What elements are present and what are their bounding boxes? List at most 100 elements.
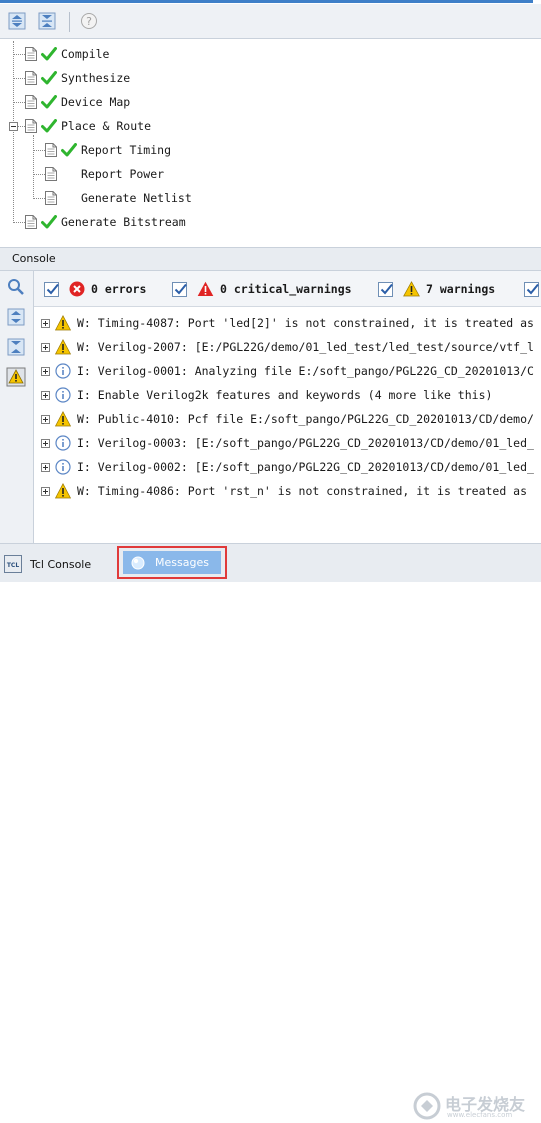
tree-connector bbox=[18, 126, 25, 127]
svg-text:?: ? bbox=[86, 15, 92, 28]
tab-messages-label: Messages bbox=[155, 556, 209, 569]
check-icon bbox=[41, 95, 57, 109]
tree-connector bbox=[13, 102, 25, 103]
flow-step-synthesize[interactable]: Synthesize bbox=[25, 67, 130, 89]
document-icon bbox=[25, 119, 37, 133]
message-row[interactable]: W: Timing-4086: Port 'rst_n' is not cons… bbox=[34, 479, 541, 503]
info-icon bbox=[55, 387, 71, 403]
message-text: W: Timing-4086: Port 'rst_n' is not cons… bbox=[77, 484, 528, 498]
document-icon bbox=[25, 215, 37, 229]
critical-warnings-filter-checkbox[interactable] bbox=[172, 281, 187, 297]
message-row[interactable]: I: Verilog-0001: Analyzing file E:/soft_… bbox=[34, 359, 541, 383]
expand-message-toggle[interactable] bbox=[41, 390, 50, 400]
warning-icon bbox=[55, 411, 71, 427]
console-title: Console bbox=[12, 252, 56, 265]
tab-accent-line bbox=[0, 0, 533, 3]
message-text: W: Timing-4087: Port 'led[2]' is not con… bbox=[77, 316, 534, 330]
check-icon bbox=[41, 47, 57, 61]
flow-step-label: Place & Route bbox=[61, 119, 152, 133]
flow-step-generate-bitstream[interactable]: Generate Bitstream bbox=[25, 211, 186, 233]
expand-all-messages-icon[interactable] bbox=[6, 307, 26, 327]
flow-step-label: Report Power bbox=[81, 167, 165, 181]
message-row[interactable]: W: Public-4010: Pcf file E:/soft_pango/P… bbox=[34, 407, 541, 431]
collapse-toggle-place-route[interactable] bbox=[9, 122, 18, 131]
toolbar-separator bbox=[69, 12, 70, 32]
tab-messages[interactable]: Messages bbox=[117, 546, 227, 579]
expand-message-toggle[interactable] bbox=[41, 438, 50, 448]
errors-filter[interactable]: 0 errors bbox=[44, 279, 146, 299]
tree-connector bbox=[33, 174, 45, 175]
flow-step-report-power[interactable]: Report Power bbox=[45, 163, 164, 185]
pending-status bbox=[61, 191, 77, 205]
document-icon bbox=[45, 191, 57, 205]
warning-icon bbox=[55, 315, 71, 331]
document-icon bbox=[45, 167, 57, 181]
info-filter-checkbox[interactable] bbox=[524, 281, 539, 297]
check-icon bbox=[41, 119, 57, 133]
expand-message-toggle[interactable] bbox=[41, 366, 50, 376]
message-row[interactable]: I: Verilog-0002: [E:/soft_pango/PGL22G_C… bbox=[34, 455, 541, 479]
flow-step-label: Device Map bbox=[61, 95, 131, 109]
info-icon bbox=[55, 459, 71, 475]
warnings-filter-checkbox[interactable] bbox=[378, 281, 393, 297]
flow-toolbar: ? bbox=[0, 4, 541, 39]
message-row[interactable]: I: Enable Verilog2k features and keyword… bbox=[34, 383, 541, 407]
messages-icon bbox=[131, 556, 145, 569]
message-row[interactable]: W: Timing-4087: Port 'led[2]' is not con… bbox=[34, 311, 541, 335]
warning-icon bbox=[403, 281, 420, 297]
message-filter-bar: 0 errors 0 critical_warnings 7 warnings bbox=[34, 271, 541, 307]
flow-step-device-map[interactable]: Device Map bbox=[25, 91, 130, 113]
message-list: W: Timing-4087: Port 'led[2]' is not con… bbox=[34, 307, 541, 543]
tree-connector bbox=[13, 78, 25, 79]
message-row[interactable]: I: Verilog-0003: [E:/soft_pango/PGL22G_C… bbox=[34, 431, 541, 455]
errors-filter-checkbox[interactable] bbox=[44, 281, 59, 297]
warning-icon bbox=[55, 339, 71, 355]
tree-connector bbox=[33, 198, 45, 199]
tab-messages-active[interactable]: Messages bbox=[123, 551, 221, 574]
tab-tcl-console-label: Tcl Console bbox=[30, 557, 92, 571]
expand-all-icon[interactable] bbox=[8, 12, 26, 30]
flow-step-generate-netlist[interactable]: Generate Netlist bbox=[45, 187, 192, 209]
flow-tree-panel: Compile Synthesize Device Map Place & Route… bbox=[0, 39, 541, 248]
watermark-url: www.elecfans.com bbox=[447, 1111, 513, 1119]
tcl-icon: TCL bbox=[4, 555, 22, 573]
flow-step-report-timing[interactable]: Report Timing bbox=[45, 139, 171, 161]
console-tab-bar: TCL Tcl Console Messages 电子发烧友 www.elecf… bbox=[0, 543, 541, 1120]
expand-message-toggle[interactable] bbox=[41, 342, 50, 352]
tree-connector bbox=[33, 150, 45, 151]
collapse-all-icon[interactable] bbox=[38, 12, 56, 30]
flow-step-place-route[interactable]: Place & Route bbox=[25, 115, 151, 137]
warnings-count-label: 7 warnings bbox=[426, 282, 496, 296]
tree-connector bbox=[13, 222, 25, 223]
info-icon bbox=[55, 435, 71, 451]
expand-message-toggle[interactable] bbox=[41, 462, 50, 472]
expand-message-toggle[interactable] bbox=[41, 486, 50, 496]
collapse-all-messages-icon[interactable] bbox=[6, 337, 26, 357]
watermark-logo: 电子发烧友 www.elecfans.com bbox=[410, 1089, 538, 1123]
error-icon bbox=[69, 281, 85, 297]
check-icon bbox=[41, 215, 57, 229]
expand-message-toggle[interactable] bbox=[41, 318, 50, 328]
tab-tcl-console[interactable]: TCL Tcl Console bbox=[4, 552, 91, 576]
pending-status bbox=[61, 167, 77, 181]
flow-step-compile[interactable]: Compile bbox=[25, 43, 109, 65]
help-icon[interactable]: ? bbox=[80, 12, 98, 30]
warnings-filter[interactable]: 7 warnings bbox=[378, 279, 495, 299]
message-row[interactable]: W: Verilog-2007: [E:/PGL22G/demo/01_led_… bbox=[34, 335, 541, 359]
flow-step-label: Generate Netlist bbox=[81, 191, 192, 205]
search-icon[interactable] bbox=[6, 277, 26, 297]
message-text: W: Public-4010: Pcf file E:/soft_pango/P… bbox=[77, 412, 534, 426]
document-icon bbox=[45, 143, 57, 157]
expand-message-toggle[interactable] bbox=[41, 414, 50, 424]
warning-filter-toggle-icon[interactable] bbox=[6, 367, 26, 387]
message-text: I: Verilog-0003: [E:/soft_pango/PGL22G_C… bbox=[77, 436, 534, 450]
console-header: Console bbox=[0, 248, 541, 271]
document-icon bbox=[25, 71, 37, 85]
document-icon bbox=[25, 95, 37, 109]
errors-count-label: 0 errors bbox=[91, 282, 147, 296]
critical-warnings-filter[interactable]: 0 critical_warnings bbox=[172, 279, 352, 299]
message-text: I: Verilog-0002: [E:/soft_pango/PGL22G_C… bbox=[77, 460, 534, 474]
critical-warning-icon bbox=[197, 281, 214, 296]
flow-step-label: Compile bbox=[61, 47, 110, 61]
info-filter[interactable] bbox=[524, 279, 541, 299]
